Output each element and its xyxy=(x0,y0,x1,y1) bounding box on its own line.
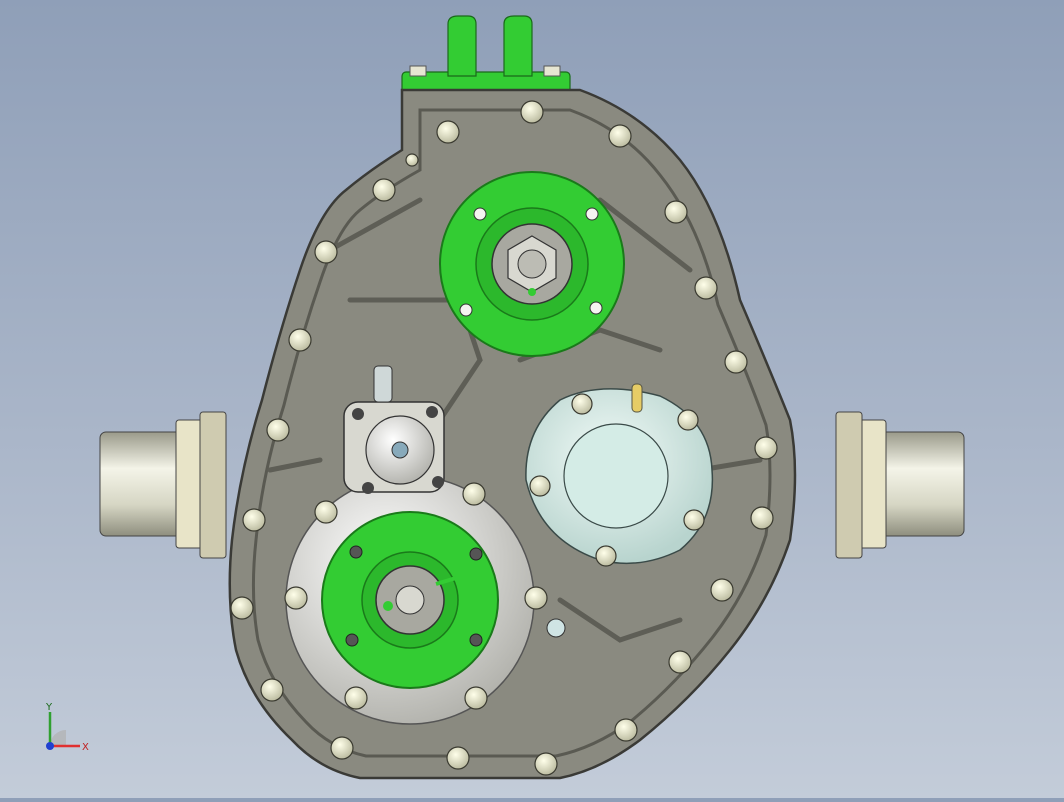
drain-plug xyxy=(546,618,566,638)
left-output-shaft xyxy=(99,411,227,559)
right-output-shaft xyxy=(835,411,965,559)
x-axis-label: X xyxy=(82,742,89,753)
axis-triad: Y X xyxy=(45,702,89,753)
y-axis-label: Y xyxy=(45,702,53,713)
cad-viewport[interactable]: Y X xyxy=(0,0,1064,798)
z-axis-dot xyxy=(46,742,54,750)
top-mounting-bracket xyxy=(401,15,571,97)
gearbox-model[interactable] xyxy=(0,0,1064,798)
upper-green-flange[interactable] xyxy=(439,171,625,357)
